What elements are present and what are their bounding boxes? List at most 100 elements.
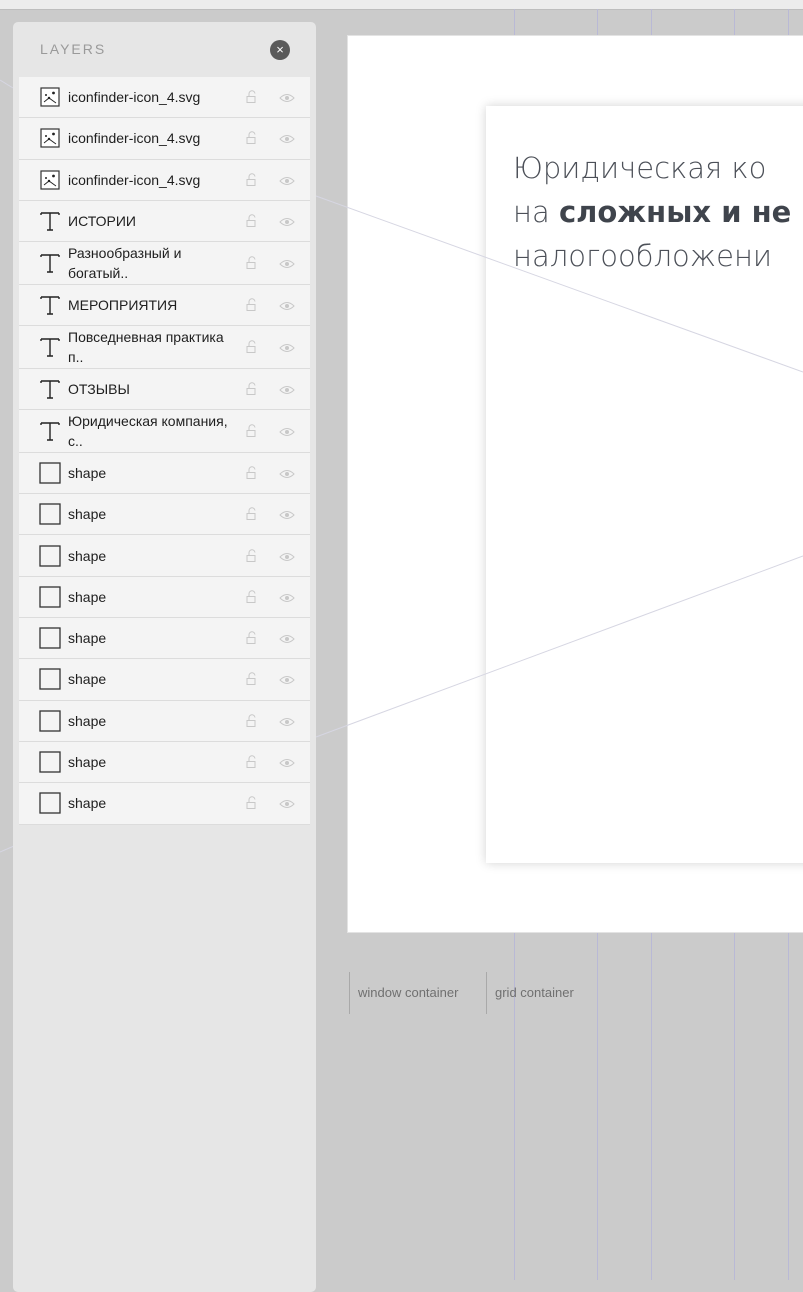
layer-row-text[interactable]: ОТЗЫВЫ [19,368,310,411]
layer-row-shape[interactable]: shape [19,700,310,742]
lock-icon[interactable] [245,631,259,645]
eye-icon[interactable] [279,797,295,809]
eye-icon[interactable] [279,132,295,144]
layer-name: shape [68,630,107,647]
lock-icon[interactable] [245,382,259,396]
lock-icon[interactable] [245,90,259,104]
lock-icon[interactable] [245,340,259,354]
layer-name: shape [68,671,107,688]
headline-line-1: Юридическая ко [513,151,767,185]
layer-name: iconfinder-icon_4.svg [68,89,201,106]
text-icon [39,378,61,400]
shape-icon [39,586,61,608]
layer-name: Повседневная практика п.. [68,329,224,366]
layer-row-shape[interactable]: shape [19,576,310,619]
text-icon [39,336,61,358]
eye-icon[interactable] [279,174,295,186]
shape-icon [39,668,61,691]
layer-name: ОТЗЫВЫ [68,381,130,397]
shape-icon [39,627,61,649]
lock-icon[interactable] [245,755,259,769]
layer-row-text[interactable]: Разнообразный и богатый.. [19,242,310,285]
image-file-icon [39,169,61,191]
image-file-icon [39,127,61,149]
layer-name: МЕРОПРИЯТИЯ [68,297,178,314]
lock-icon[interactable] [245,424,259,438]
eye-icon[interactable] [279,673,295,685]
eye-icon[interactable] [279,467,295,479]
text-icon [39,294,61,316]
layer-row-shape[interactable]: shape [19,494,310,536]
lock-icon[interactable] [245,796,259,810]
layer-row-text[interactable]: Юридическая компания, с.. [19,410,310,453]
eye-icon[interactable] [279,257,295,269]
layer-row-text[interactable]: ИСТОРИИ [19,200,310,243]
headline-line-2-bold: сложных и не [558,195,792,229]
grid-container-frame[interactable]: Юридическая ко на сложных и не налогообл… [486,106,803,863]
layer-name: iconfinder-icon_4.svg [68,171,201,188]
layer-row-shape[interactable]: shape [19,741,310,784]
layer-row-image[interactable]: iconfinder-icon_4.svg [19,77,310,119]
shape-icon [39,710,61,732]
layer-name: shape [68,588,107,605]
eye-icon[interactable] [279,91,295,103]
eye-icon[interactable] [279,299,295,311]
lock-icon[interactable] [245,590,259,604]
headline-line-2: на сложных и не [513,190,803,234]
shape-icon [39,544,61,567]
headline-line-3: налогообложени [513,239,773,273]
layer-row-image[interactable]: iconfinder-icon_4.svg [19,118,310,160]
eye-icon[interactable] [279,756,295,768]
layer-row-shape[interactable]: shape [19,452,310,495]
layer-row-shape[interactable]: shape [19,783,310,825]
layer-name: ИСТОРИИ [68,213,136,230]
eye-icon[interactable] [279,715,295,727]
layers-panel: LAYERS × iconfinder-icon_4.svg iconfinder… [13,22,316,1292]
shape-icon [39,751,61,773]
layers-panel-title: LAYERS [40,41,107,57]
lock-icon[interactable] [245,507,259,521]
eye-icon[interactable] [279,508,295,520]
eye-icon[interactable] [279,215,295,227]
eye-icon[interactable] [279,425,295,437]
eye-icon[interactable] [279,341,295,353]
text-icon [39,210,61,232]
shape-icon [39,462,61,484]
close-panel-button[interactable]: × [270,40,290,60]
layer-name: Юридическая компания, с.. [68,413,228,449]
lock-icon[interactable] [245,714,259,728]
eye-icon[interactable] [279,591,295,603]
eye-icon[interactable] [279,632,295,644]
lock-icon[interactable] [245,173,259,187]
layer-row-text[interactable]: Повседневная практика п.. [19,326,310,369]
layer-row-shape[interactable]: shape [19,618,310,660]
layer-name: shape [68,795,107,812]
eye-icon[interactable] [279,383,295,395]
window-container-label[interactable]: window container [349,972,458,1014]
text-icon [39,420,61,442]
layer-row-text[interactable]: МЕРОПРИЯТИЯ [19,284,310,327]
lock-icon[interactable] [245,548,259,563]
layer-name: shape [68,464,107,481]
layer-list: iconfinder-icon_4.svg iconfinder-icon_4.s… [19,77,310,825]
layer-name: Разнообразный и богатый.. [68,245,182,282]
grid-container-label[interactable]: grid container [486,972,574,1014]
lock-icon[interactable] [245,131,259,145]
layer-name: iconfinder-icon_4.svg [68,130,201,147]
lock-icon[interactable] [245,256,259,270]
eye-icon[interactable] [279,550,295,562]
layer-name: shape [68,754,107,771]
lock-icon[interactable] [245,672,259,686]
layer-row-image[interactable]: iconfinder-icon_4.svg [19,159,310,201]
lock-icon[interactable] [245,466,259,480]
layer-row-shape[interactable]: shape [19,535,310,577]
image-file-icon [39,86,61,108]
layer-name: shape [68,506,107,523]
shape-icon [39,503,61,525]
headline-text[interactable]: Юридическая ко на сложных и не налогообл… [513,146,803,278]
top-toolbar-edge [0,0,803,10]
lock-icon[interactable] [245,298,259,312]
layer-name: shape [68,547,107,564]
layer-row-shape[interactable]: shape [19,659,310,701]
lock-icon[interactable] [245,214,259,228]
